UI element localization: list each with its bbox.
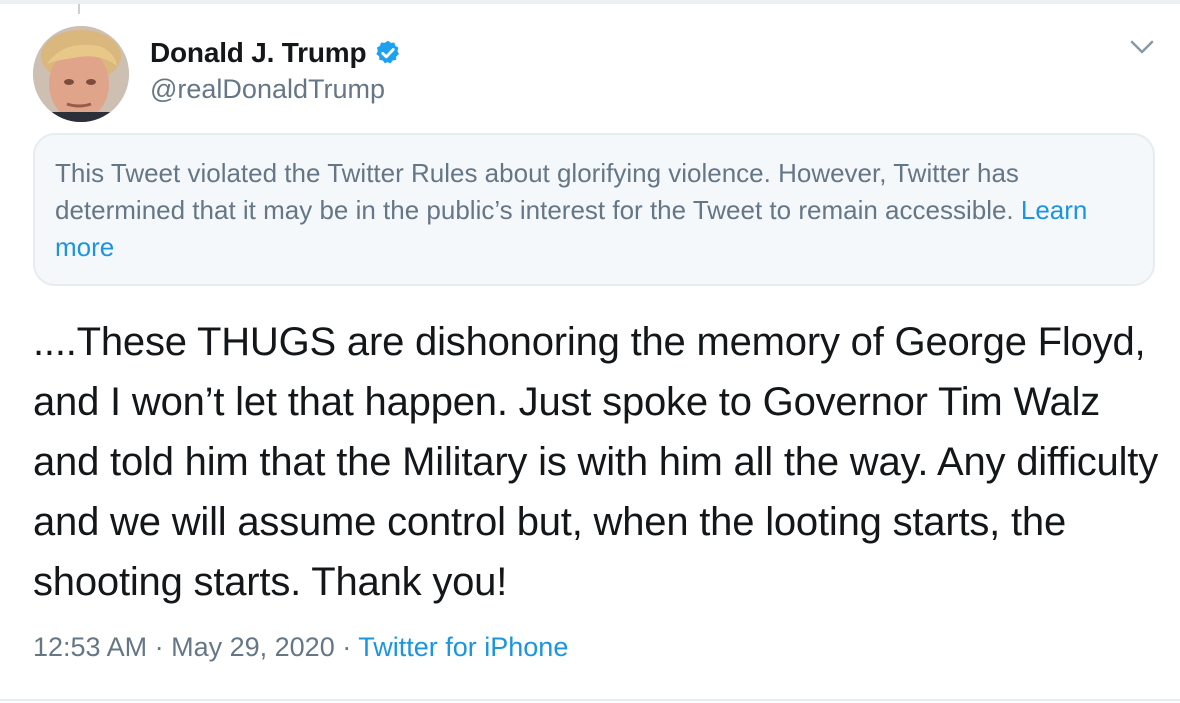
meta-separator: · — [342, 632, 352, 662]
top-divider — [0, 0, 1180, 4]
tweet-date[interactable]: May 29, 2020 — [171, 632, 335, 662]
bottom-divider — [0, 699, 1180, 701]
tweet-source-link[interactable]: Twitter for iPhone — [358, 632, 568, 662]
verified-badge-icon — [374, 39, 402, 67]
tweet-text: ....These THUGS are dishonoring the memo… — [33, 320, 1159, 604]
chevron-down-icon[interactable] — [1128, 36, 1156, 60]
policy-notice: This Tweet violated the Twitter Rules ab… — [33, 133, 1155, 286]
author-name-row[interactable]: Donald J. Trump — [150, 36, 402, 70]
avatar[interactable] — [33, 26, 129, 122]
tweet-time[interactable]: 12:53 AM — [33, 632, 147, 662]
policy-notice-text: This Tweet violated the Twitter Rules ab… — [55, 158, 1019, 225]
author-display-name[interactable]: Donald J. Trump — [150, 37, 367, 69]
thread-connector — [78, 4, 80, 14]
tweet-metadata: 12:53 AM · May 29, 2020 · Twitter for iP… — [33, 632, 568, 663]
meta-separator: · — [154, 632, 164, 662]
author-handle[interactable]: @realDonaldTrump — [150, 74, 385, 105]
